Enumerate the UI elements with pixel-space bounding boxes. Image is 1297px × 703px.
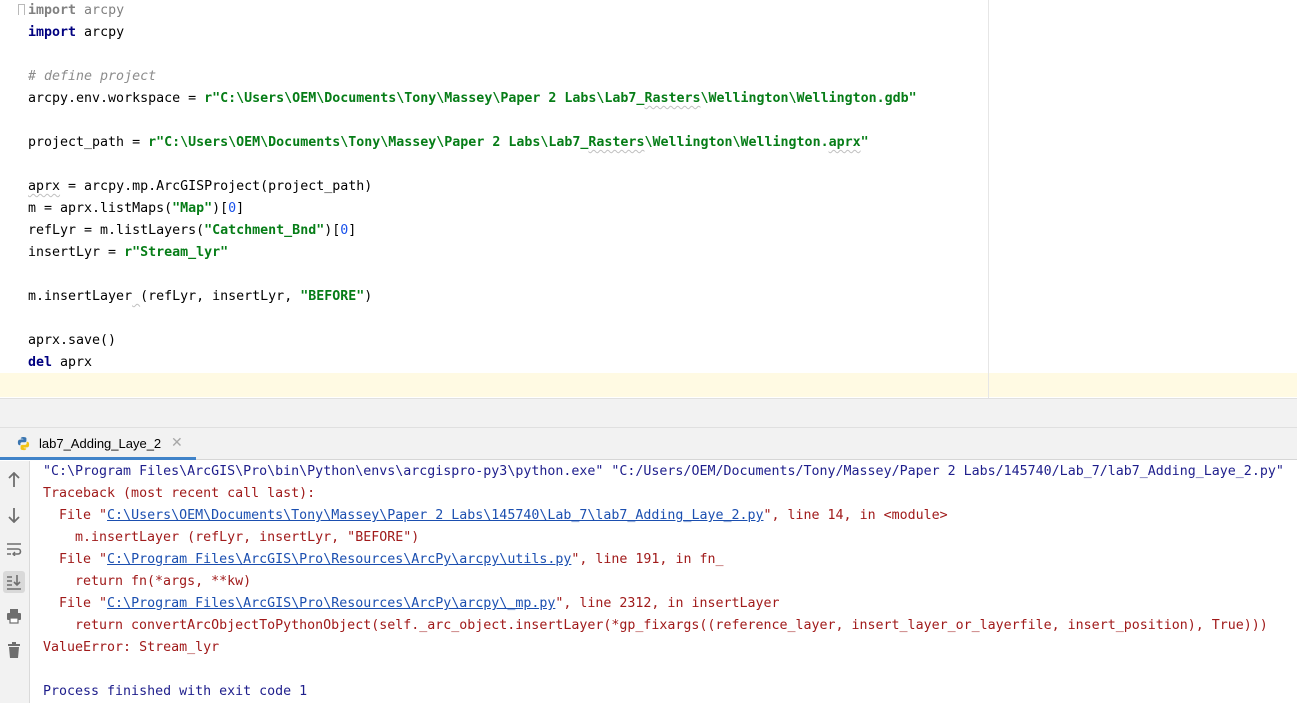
fold-marker-icon[interactable]: [18, 4, 25, 15]
console-text: File ": [59, 552, 108, 567]
console-line: File "C:\Program Files\ArcGIS\Pro\Resour…: [59, 549, 723, 571]
code-token: (refLyr, insertLyr,: [140, 289, 301, 304]
console-text: ", line 14, in <module>: [763, 508, 948, 523]
code-line[interactable]: m = aprx.listMaps("Map")[0]: [28, 198, 244, 220]
run-tab-bar: lab7_Adding_Laye_2 ✕: [0, 428, 1297, 460]
code-token: aprx: [828, 135, 861, 150]
console-text: return convertArcObjectToPythonObject(se…: [75, 618, 1268, 633]
console-text: ", line 2312, in insertLayer: [555, 596, 780, 611]
console-line: Traceback (most recent call last):: [43, 483, 315, 505]
console-line: File "C:\Program Files\ArcGIS\Pro\Resour…: [59, 593, 780, 615]
code-editor[interactable]: import arcpy import arcpy # define project…: [0, 0, 1297, 398]
code-line[interactable]: import arcpy: [28, 22, 124, 44]
code-token: Rasters: [588, 135, 645, 150]
console-line: Process finished with exit code 1: [43, 681, 307, 703]
close-icon[interactable]: ✕: [171, 435, 183, 449]
code-line[interactable]: import arcpy: [28, 0, 124, 22]
up-arrow-icon[interactable]: [3, 469, 25, 491]
console-text: m.insertLayer (refLyr, insertLyr, "BEFOR…: [75, 530, 420, 545]
console-line: return fn(*args, **kw): [75, 571, 251, 593]
code-token: del: [28, 355, 53, 370]
code-token: ": [860, 135, 869, 150]
code-token: aprx: [52, 355, 93, 370]
code-token: m.insertLayer: [28, 289, 133, 304]
current-line-highlight: [0, 373, 1297, 397]
file-link[interactable]: C:\Program Files\ArcGIS\Pro\Resources\Ar…: [107, 552, 571, 567]
code-token: \Wellington\Wellington.gdb": [700, 91, 917, 106]
code-token: "BEFORE": [300, 289, 365, 304]
scroll-to-end-icon[interactable]: [3, 571, 25, 593]
code-token: aprx: [28, 179, 61, 194]
file-link[interactable]: C:\Users\OEM\Documents\Tony\Massey\Paper…: [107, 508, 763, 523]
panel-splitter[interactable]: [0, 398, 1297, 428]
code-token: m = aprx.listMaps(: [28, 201, 173, 216]
run-console[interactable]: "C:\Program Files\ArcGIS\Pro\bin\Python\…: [31, 461, 1297, 703]
console-text: File ": [59, 508, 108, 523]
console-line: ValueError: Stream_lyr: [43, 637, 219, 659]
console-text: return fn(*args, **kw): [75, 574, 252, 589]
code-token: = arcpy.mp.ArcGISProject(project_path): [60, 179, 373, 194]
code-token: r"C:\Users\OEM\Documents\Tony\Massey\Pap…: [148, 135, 589, 150]
code-token: Rasters: [644, 91, 701, 106]
code-token: ]: [236, 201, 245, 216]
code-line[interactable]: # define project: [28, 66, 156, 88]
code-line[interactable]: refLyr = m.listLayers("Catchment_Bnd")[0…: [28, 220, 356, 242]
right-margin-guide: [988, 0, 989, 398]
print-icon[interactable]: [3, 605, 25, 627]
console-text: File ": [59, 596, 108, 611]
code-line[interactable]: arcpy.env.workspace = r"C:\Users\OEM\Doc…: [28, 88, 917, 110]
code-line[interactable]: del aprx: [28, 352, 92, 374]
code-token: arcpy: [76, 3, 125, 18]
console-text: Traceback (most recent call last):: [43, 486, 316, 501]
soft-wrap-icon[interactable]: [3, 538, 25, 560]
console-line: File "C:\Users\OEM\Documents\Tony\Massey…: [59, 505, 948, 527]
file-link[interactable]: C:\Program Files\ArcGIS\Pro\Resources\Ar…: [107, 596, 555, 611]
code-token: )[: [324, 223, 341, 238]
code-token: \Wellington\Wellington.: [644, 135, 829, 150]
console-text: Process finished with exit code 1: [43, 684, 308, 699]
trash-icon[interactable]: [3, 639, 25, 661]
code-token: refLyr = m.listLayers(: [28, 223, 205, 238]
code-token: )[: [212, 201, 229, 216]
code-token: # define project: [28, 69, 157, 84]
run-tab-label: lab7_Adding_Laye_2: [39, 436, 162, 451]
console-line: "C:\Program Files\ArcGIS\Pro\bin\Python\…: [43, 461, 1284, 483]
python-icon: [17, 436, 30, 451]
code-token: ): [364, 289, 373, 304]
console-text: "C:\Program Files\ArcGIS\Pro\bin\Python\…: [43, 464, 1284, 479]
code-token: r"Stream_lyr": [124, 245, 229, 260]
code-token: arcpy.env.workspace =: [28, 91, 205, 106]
code-token: "Map": [172, 201, 213, 216]
code-token: r"C:\Users\OEM\Documents\Tony\Massey\Pap…: [204, 91, 645, 106]
code-token: import: [28, 3, 77, 18]
code-line[interactable]: insertLyr = r"Stream_lyr": [28, 242, 228, 264]
console-text: ValueError: Stream_lyr: [43, 640, 220, 655]
run-toolbar: [0, 461, 30, 703]
code-token: import: [28, 25, 77, 40]
code-line[interactable]: aprx = arcpy.mp.ArcGISProject(project_pa…: [28, 176, 372, 198]
down-arrow-icon[interactable]: [3, 504, 25, 526]
code-line[interactable]: project_path = r"C:\Users\OEM\Documents\…: [28, 132, 869, 154]
code-token: project_path =: [28, 135, 149, 150]
code-token: aprx.save(): [28, 333, 117, 348]
code-token: ]: [348, 223, 357, 238]
code-token: arcpy: [76, 25, 125, 40]
code-line[interactable]: aprx.save(): [28, 330, 116, 352]
code-token: 0: [228, 201, 237, 216]
code-line[interactable]: m.insertLayer (refLyr, insertLyr, "BEFOR…: [28, 286, 372, 308]
console-text: ", line 191, in fn_: [571, 552, 724, 567]
console-line: return convertArcObjectToPythonObject(se…: [75, 615, 1268, 637]
code-token: insertLyr =: [28, 245, 125, 260]
console-line: m.insertLayer (refLyr, insertLyr, "BEFOR…: [75, 527, 419, 549]
run-tab[interactable]: lab7_Adding_Laye_2 ✕: [0, 428, 196, 460]
code-token: "Catchment_Bnd": [204, 223, 325, 238]
